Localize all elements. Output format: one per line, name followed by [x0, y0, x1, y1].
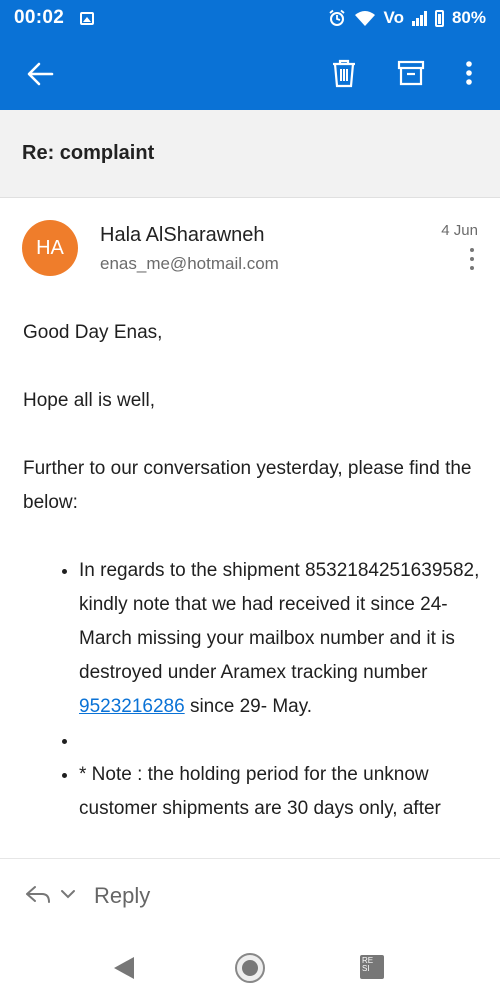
- avatar[interactable]: HA: [22, 220, 78, 276]
- volte-label: Vo: [383, 8, 404, 27]
- bullet-text: In regards to the shipment 8532184251639…: [79, 560, 480, 683]
- reply-bar: Reply: [0, 858, 500, 934]
- wifi-icon: [354, 11, 375, 26]
- tracking-link[interactable]: 9523216286: [79, 696, 185, 717]
- message-more-icon[interactable]: [468, 248, 476, 274]
- battery-percent: 80%: [451, 8, 486, 27]
- app-bar: [0, 36, 500, 110]
- status-bar: 00:02 Vo 80%: [0, 0, 500, 36]
- system-nav-bar: RE SI: [0, 934, 500, 1000]
- list-item: [79, 724, 483, 758]
- message-date: 4 Jun: [441, 222, 478, 239]
- status-time: 00:02: [14, 7, 65, 28]
- reply-icon[interactable]: [24, 883, 52, 907]
- list-item: In regards to the shipment 8532184251639…: [79, 554, 483, 724]
- subject-header: Re: complaint: [0, 110, 500, 198]
- message-body: Good Day Enas, Hope all is well, Further…: [23, 316, 483, 826]
- archive-icon[interactable]: [394, 56, 428, 90]
- status-icons: Vo 80%: [328, 8, 486, 28]
- battery-icon: [434, 9, 444, 27]
- bullet-text: * Note : the holding period for the unkn…: [79, 764, 441, 819]
- nav-back-icon[interactable]: [112, 955, 136, 981]
- sender-name[interactable]: Hala AlSharawneh: [100, 224, 265, 247]
- message-card: HA Hala AlSharawneh enas_me@hotmail.com …: [0, 198, 500, 858]
- greeting: Good Day Enas,: [23, 322, 163, 343]
- trash-icon[interactable]: [327, 56, 361, 90]
- bullet-text: since 29- May.: [184, 696, 313, 717]
- arrow-left-icon[interactable]: [22, 56, 58, 92]
- nav-home-icon[interactable]: [234, 952, 266, 984]
- alarm-icon: [328, 9, 345, 26]
- signal-icon: [411, 10, 427, 26]
- reply-button[interactable]: Reply: [94, 883, 150, 909]
- nav-recents-icon[interactable]: RE SI: [360, 955, 384, 979]
- gallery-notification-icon: [80, 11, 95, 25]
- email-subject: Re: complaint: [22, 142, 155, 164]
- more-vert-icon[interactable]: [452, 56, 486, 90]
- chevron-down-icon[interactable]: [60, 887, 76, 901]
- body-line: Further to our conversation yesterday, p…: [23, 458, 472, 513]
- sender-email[interactable]: enas_me@hotmail.com: [100, 254, 279, 274]
- bullet-list: In regards to the shipment 8532184251639…: [23, 554, 483, 826]
- list-item: * Note : the holding period for the unkn…: [79, 758, 483, 826]
- body-line: Hope all is well,: [23, 390, 155, 411]
